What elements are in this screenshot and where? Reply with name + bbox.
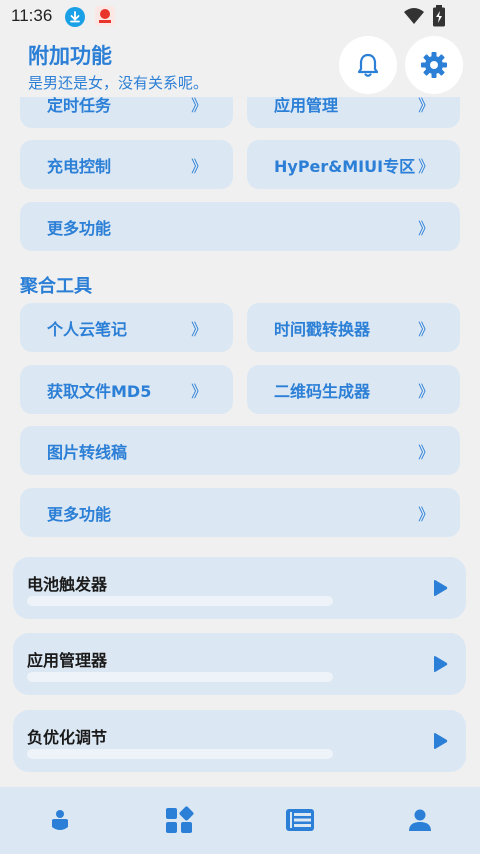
app-notification-icon	[95, 6, 115, 26]
chevron-right-icon: 》	[417, 156, 434, 176]
image-to-sketch-card[interactable]: 图片转线稿 》	[20, 426, 460, 475]
nav-home-button[interactable]	[45, 805, 75, 835]
bottom-navigation	[0, 787, 480, 854]
chevron-right-icon: 》	[417, 504, 434, 524]
chevron-right-icon: 》	[417, 319, 434, 339]
qr-generator-card[interactable]: 二维码生成器 》	[247, 365, 460, 414]
feature-list[interactable]: 定时任务 》 应用管理 》 充电控制 》 HyPer&MIUI专区 》 更多功能…	[0, 97, 480, 787]
nav-apps-button[interactable]	[164, 805, 194, 835]
chevron-right-icon: 》	[417, 218, 434, 238]
tool-description-placeholder	[27, 749, 333, 759]
chevron-right-icon: 》	[190, 97, 207, 115]
card-label: 应用管理	[274, 97, 339, 115]
app-management-card[interactable]: 应用管理 》	[247, 97, 460, 128]
tool-description-placeholder	[27, 596, 333, 606]
chevron-right-icon: 》	[190, 381, 207, 401]
card-label: 获取文件MD5	[47, 381, 152, 401]
card-label: 定时任务	[47, 97, 112, 115]
card-label: 更多功能	[47, 218, 112, 238]
list-panel-icon	[286, 809, 314, 831]
settings-button[interactable]	[405, 36, 463, 94]
app-manager-card[interactable]: 应用管理器	[13, 633, 466, 695]
nav-features-button[interactable]	[285, 805, 315, 835]
negative-optimization-card[interactable]: 负优化调节	[13, 710, 466, 772]
tool-description-placeholder	[27, 672, 333, 682]
bell-icon	[357, 53, 379, 77]
play-icon[interactable]	[431, 732, 449, 750]
page-subtitle: 是男还是女，没有关系呢。	[28, 74, 209, 92]
charge-control-card[interactable]: 充电控制 》	[20, 140, 233, 189]
more-tools-card[interactable]: 更多功能 》	[20, 488, 460, 537]
play-icon[interactable]	[431, 655, 449, 673]
card-label: 二维码生成器	[274, 381, 371, 401]
timestamp-converter-card[interactable]: 时间戳转换器 》	[247, 303, 460, 352]
gear-icon	[421, 52, 447, 78]
card-label: 图片转线稿	[47, 442, 128, 462]
card-label: 时间戳转换器	[274, 319, 371, 339]
wifi-icon	[403, 7, 425, 29]
file-md5-card[interactable]: 获取文件MD5 》	[20, 365, 233, 414]
card-label: 个人云笔记	[47, 319, 128, 339]
chevron-right-icon: 》	[417, 381, 434, 401]
chevron-right-icon: 》	[190, 319, 207, 339]
cloud-notes-card[interactable]: 个人云笔记 》	[20, 303, 233, 352]
battery-trigger-card[interactable]: 电池触发器	[13, 557, 466, 619]
tool-name: 电池触发器	[27, 575, 108, 594]
card-label: 更多功能	[47, 504, 112, 524]
nav-profile-button[interactable]	[405, 805, 435, 835]
scheduled-tasks-card[interactable]: 定时任务 》	[20, 97, 233, 128]
status-time: 11:36	[11, 6, 53, 25]
download-icon	[65, 7, 85, 27]
chevron-right-icon: 》	[417, 442, 434, 462]
section-title: 聚合工具	[20, 276, 92, 297]
apps-grid-icon	[166, 806, 194, 833]
more-features-card[interactable]: 更多功能 》	[20, 202, 460, 251]
card-label: 充电控制	[47, 156, 112, 176]
chevron-right-icon: 》	[417, 97, 434, 115]
tool-name: 负优化调节	[27, 728, 108, 747]
notification-button[interactable]	[339, 36, 397, 94]
play-icon[interactable]	[431, 579, 449, 597]
person-badge-icon	[52, 810, 68, 830]
user-icon	[409, 809, 431, 831]
hyper-miui-card[interactable]: HyPer&MIUI专区 》	[247, 140, 460, 189]
tool-name: 应用管理器	[27, 651, 108, 670]
battery-charging-icon	[432, 5, 446, 31]
card-label: HyPer&MIUI专区	[274, 156, 416, 176]
status-bar: 11:36	[0, 0, 480, 34]
chevron-right-icon: 》	[190, 156, 207, 176]
page-title: 附加功能	[28, 44, 112, 68]
